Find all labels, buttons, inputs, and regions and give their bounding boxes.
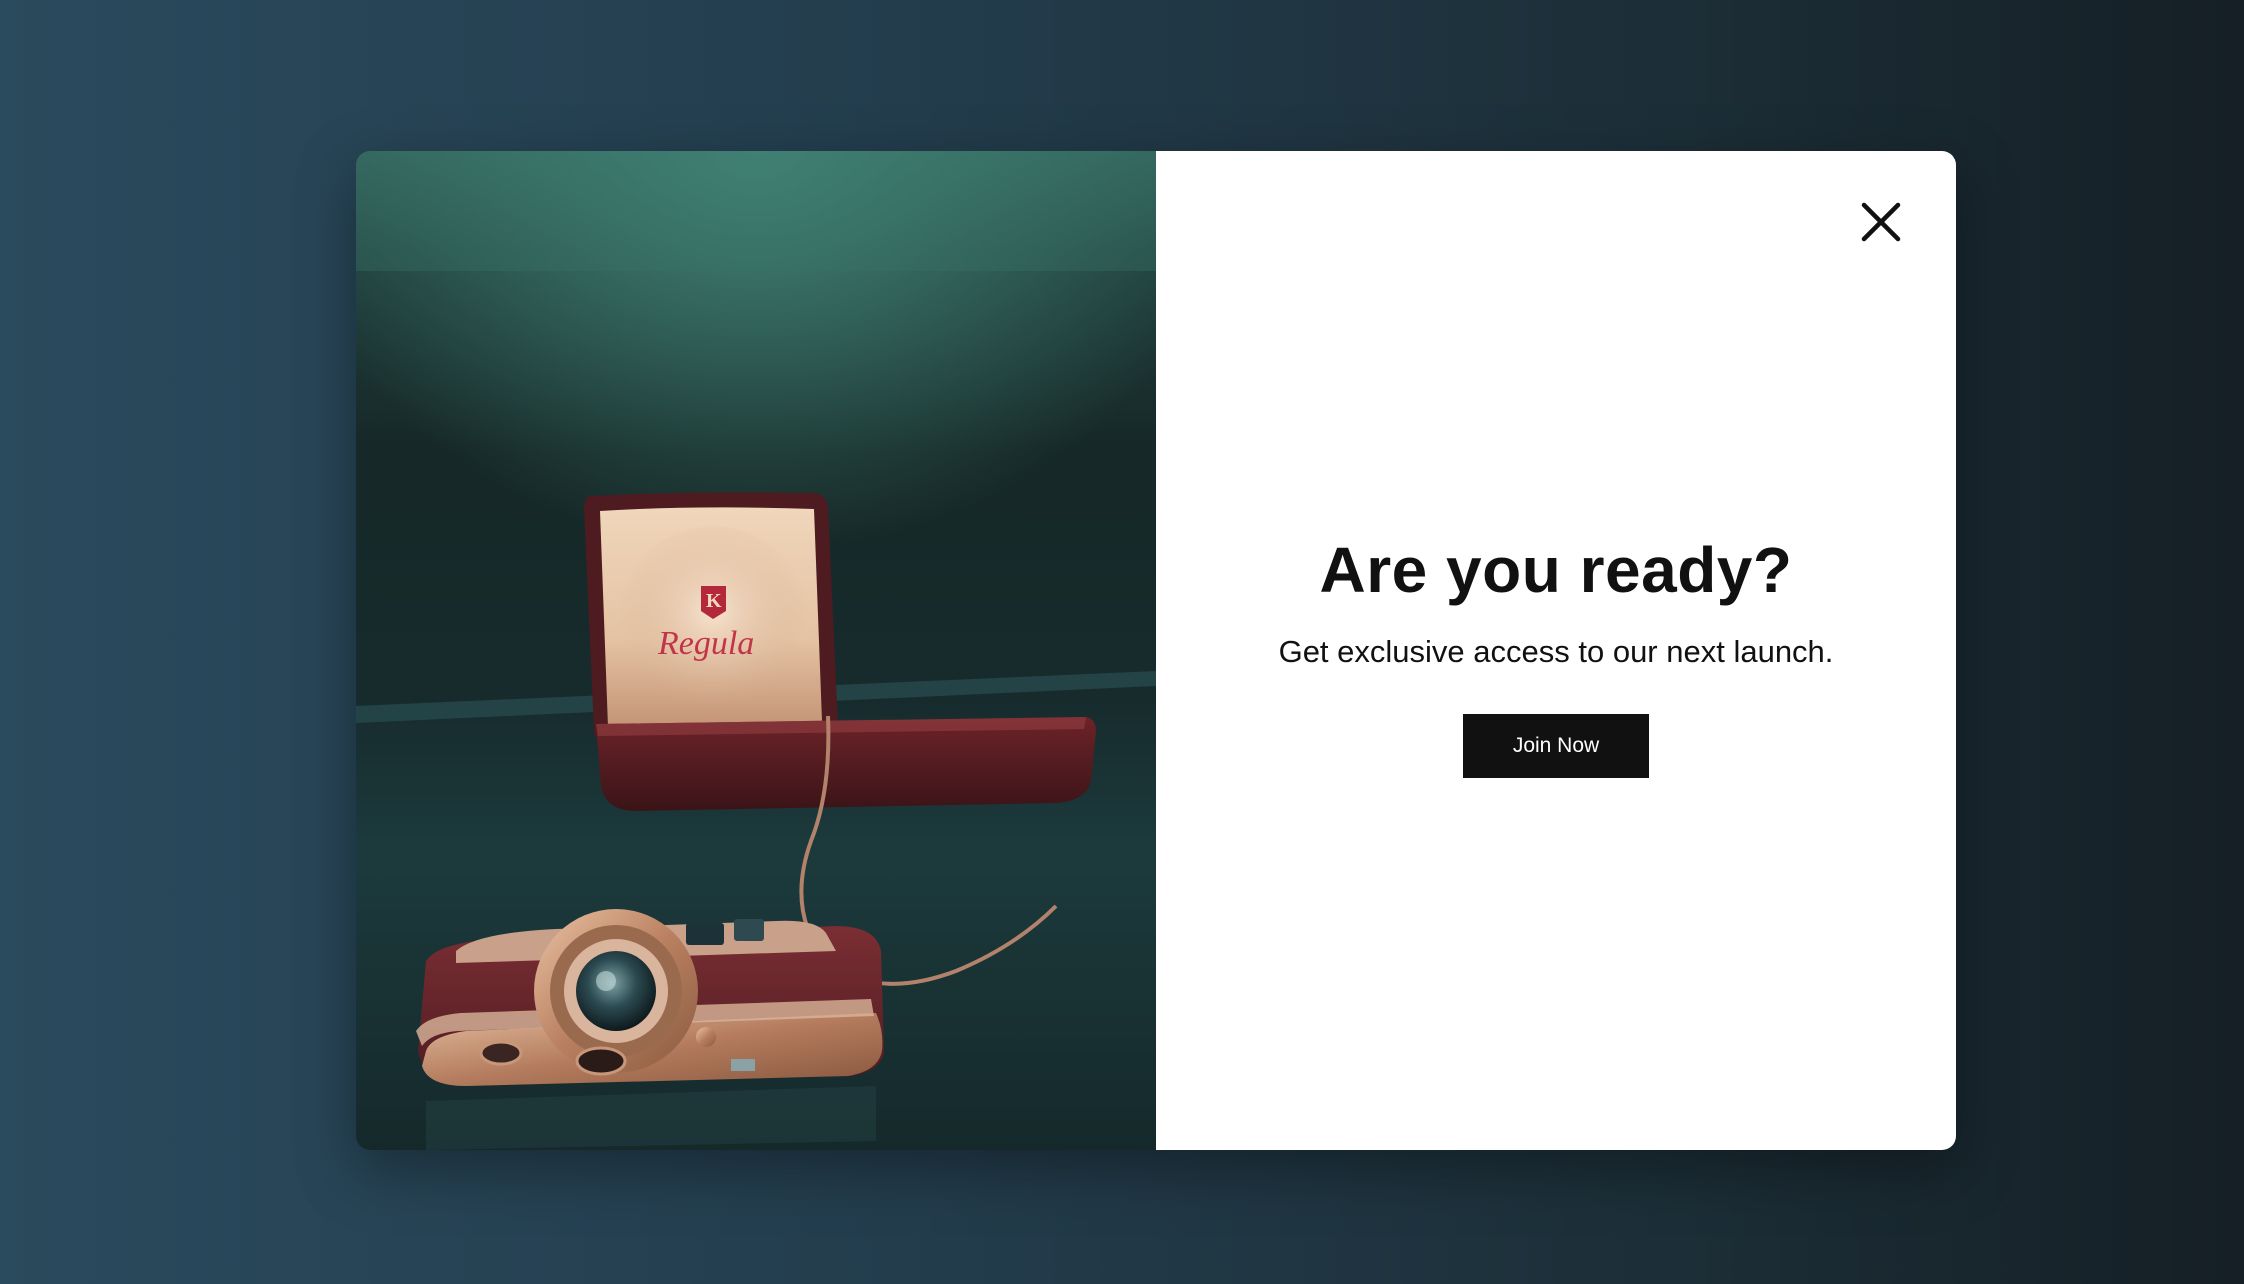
close-button[interactable] bbox=[1858, 199, 1904, 245]
promo-modal: K Regula Are you ready? Get exclusive ac… bbox=[356, 151, 1956, 1150]
modal-subtitle: Get exclusive access to our next launch. bbox=[1278, 633, 1834, 669]
camera-illustration: K Regula bbox=[356, 151, 1156, 1150]
close-icon[interactable] bbox=[1858, 199, 1904, 245]
signup-panel: Are you ready? Get exclusive access to o… bbox=[1156, 151, 1956, 1150]
modal-headline: Are you ready? bbox=[1319, 534, 1793, 606]
svg-text:K: K bbox=[706, 590, 722, 612]
join-now-button[interactable]: Join Now bbox=[1463, 713, 1649, 778]
box-brand-logo: Regula bbox=[657, 625, 754, 662]
modal-content: Are you ready? Get exclusive access to o… bbox=[1156, 534, 1956, 778]
camera-photo: K Regula bbox=[356, 151, 1156, 1150]
